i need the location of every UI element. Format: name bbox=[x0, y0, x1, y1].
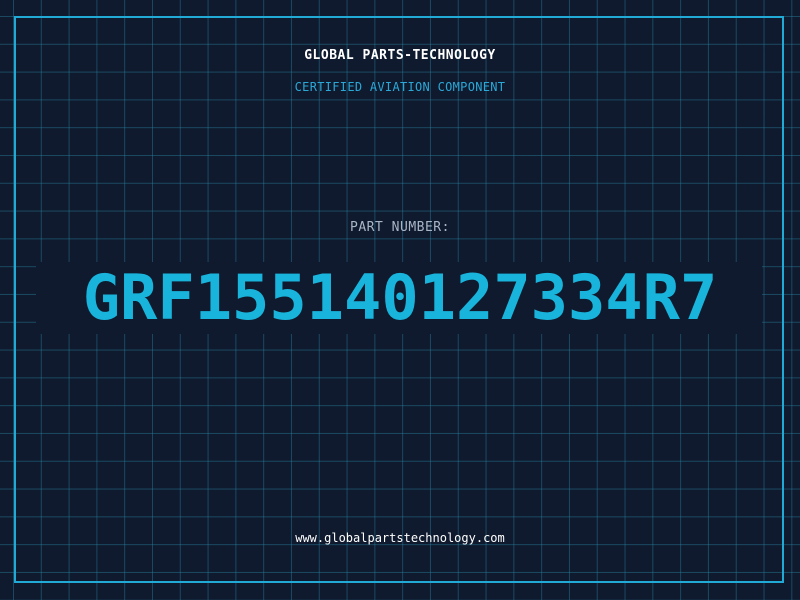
certification-subtitle: CERTIFIED AVIATION COMPONENT bbox=[294, 80, 506, 94]
website-url: www.globalpartstechnology.com bbox=[295, 531, 505, 545]
part-number-value: GRF155140127334R7 bbox=[82, 261, 718, 334]
part-number-label: PART NUMBER: bbox=[350, 220, 450, 235]
company-name: GLOBAL PARTS-TECHNOLOGY bbox=[304, 48, 496, 63]
